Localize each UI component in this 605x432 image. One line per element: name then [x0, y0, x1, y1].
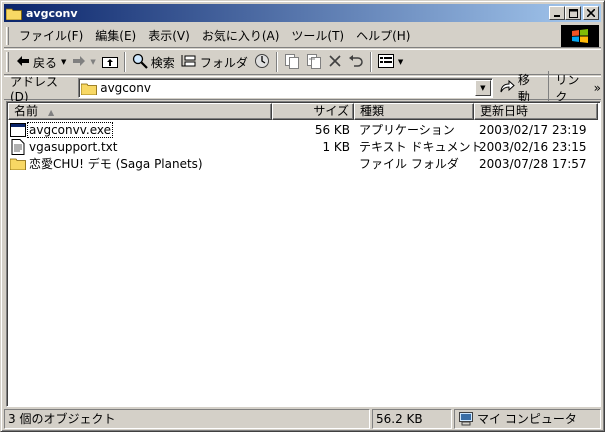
- menu-bar: ファイル(F) 編集(E) 表示(V) お気に入り(A) ツール(T) ヘルプ(…: [4, 24, 601, 48]
- back-arrow-icon: [16, 55, 30, 70]
- file-modified: 2003/02/17 23:19: [479, 122, 587, 137]
- undo-button[interactable]: [345, 51, 367, 73]
- toolbar-separator: [369, 52, 372, 72]
- column-header-size[interactable]: サイズ: [272, 103, 354, 120]
- window-title: avgconv: [26, 6, 78, 20]
- address-label: アドレス(D): [10, 74, 59, 104]
- explorer-window: avgconv ファイル(F) 編集(E) 表示(V) お気に入り(A) ツール…: [0, 0, 605, 432]
- menu-help[interactable]: ヘルプ(H): [350, 27, 416, 45]
- search-icon: [132, 53, 148, 72]
- history-button[interactable]: [251, 51, 273, 73]
- forward-button[interactable]: ▼: [69, 51, 98, 73]
- views-button[interactable]: ▼: [375, 51, 406, 73]
- file-type: テキスト ドキュメント: [359, 140, 483, 154]
- status-object-count: 3 個のオブジェクト: [4, 409, 370, 429]
- toolbar-separator: [123, 52, 126, 72]
- up-folder-icon: [101, 54, 118, 71]
- file-modified: 2003/07/28 17:57: [479, 156, 587, 171]
- views-icon: [377, 53, 394, 71]
- file-name: vgasupport.txt: [29, 139, 118, 154]
- chevron-right-icon[interactable]: »: [594, 81, 601, 95]
- move-to-button[interactable]: [281, 51, 303, 73]
- delete-button[interactable]: [325, 51, 345, 73]
- folder-icon: [6, 6, 22, 20]
- windows-logo-icon: [561, 25, 599, 47]
- address-input[interactable]: avgconv ▼: [78, 78, 493, 98]
- file-name: avgconvv.exe: [27, 121, 113, 138]
- menu-edit[interactable]: 編集(E): [89, 27, 142, 45]
- menu-view[interactable]: 表示(V): [142, 27, 196, 45]
- file-row[interactable]: 恋愛CHU! デモ (Saga Planets) ファイル フォルダ 2003/…: [8, 155, 594, 172]
- title-bar[interactable]: avgconv: [4, 4, 601, 22]
- chevron-down-icon[interactable]: ▼: [398, 58, 403, 66]
- chevron-down-icon[interactable]: ▼: [90, 58, 95, 66]
- close-button[interactable]: [583, 6, 599, 20]
- search-label: 検索: [150, 55, 175, 70]
- undo-icon: [348, 54, 364, 71]
- go-button[interactable]: 移動: [499, 71, 540, 105]
- menu-grip[interactable]: [6, 26, 9, 45]
- history-icon: [254, 53, 270, 72]
- my-computer-icon: [458, 412, 474, 426]
- address-dropdown-button[interactable]: ▼: [474, 80, 491, 96]
- toolbar-separator: [275, 52, 278, 72]
- links-toolbar[interactable]: リンク »: [548, 71, 601, 105]
- text-document-icon: [10, 138, 26, 155]
- search-button[interactable]: 検索: [129, 51, 178, 73]
- column-header-type[interactable]: 種類: [354, 103, 474, 120]
- back-label: 戻る: [33, 55, 58, 70]
- file-row[interactable]: avgconvv.exe 56 KB アプリケーション 2003/02/17 2…: [8, 121, 594, 138]
- address-bar: アドレス(D) avgconv ▼ 移動 リンク »: [4, 71, 601, 105]
- file-size: 1 KB: [322, 139, 350, 154]
- file-modified: 2003/02/16 23:15: [479, 139, 587, 154]
- folders-icon: [181, 54, 197, 71]
- delete-icon: [328, 54, 342, 71]
- status-zone: マイ コンピュータ: [454, 409, 601, 429]
- toolbar-grip[interactable]: [6, 52, 9, 72]
- go-arrow-icon: [499, 79, 515, 97]
- folder-icon: [10, 156, 26, 172]
- file-type: ファイル フォルダ: [359, 157, 459, 171]
- copy-to-button[interactable]: [303, 51, 325, 73]
- move-to-icon: [284, 53, 300, 72]
- status-zone-label: マイ コンピュータ: [477, 412, 577, 426]
- chevron-down-icon[interactable]: ▼: [61, 58, 66, 66]
- column-header-name[interactable]: 名前 ▲: [8, 103, 272, 120]
- menu-tools[interactable]: ツール(T): [285, 27, 350, 45]
- sort-ascending-icon: ▲: [48, 108, 55, 117]
- file-size: 56 KB: [314, 122, 350, 137]
- file-type: アプリケーション: [359, 123, 455, 137]
- maximize-button[interactable]: [565, 6, 581, 20]
- address-value: avgconv: [100, 81, 151, 95]
- column-header: 名前 ▲ サイズ 種類 更新日時: [8, 103, 598, 120]
- column-header-modified[interactable]: 更新日時: [474, 103, 598, 120]
- folders-button[interactable]: フォルダ: [178, 51, 251, 73]
- links-label: リンク: [555, 73, 580, 104]
- file-list-view[interactable]: 名前 ▲ サイズ 種類 更新日時 avgconvv.exe 56 KB アプリケー…: [6, 101, 601, 407]
- go-label: 移動: [517, 73, 530, 104]
- menu-favorites[interactable]: お気に入り(A): [196, 27, 286, 45]
- file-row[interactable]: vgasupport.txt 1 KB テキスト ドキュメント 2003/02/…: [8, 138, 594, 155]
- minimize-button[interactable]: [549, 6, 565, 20]
- application-icon: [10, 122, 26, 138]
- folders-label: フォルダ: [199, 55, 248, 70]
- file-name: 恋愛CHU! デモ (Saga Planets): [29, 157, 203, 171]
- status-total-size: 56.2 KB: [372, 409, 452, 429]
- back-button[interactable]: 戻る ▼: [13, 51, 69, 73]
- forward-arrow-icon: [72, 55, 86, 70]
- folder-icon: [81, 82, 98, 95]
- menu-file[interactable]: ファイル(F): [13, 27, 89, 45]
- copy-to-icon: [306, 53, 322, 72]
- file-rows: avgconvv.exe 56 KB アプリケーション 2003/02/17 2…: [8, 121, 594, 172]
- up-folder-button[interactable]: [99, 51, 121, 73]
- status-bar: 3 個のオブジェクト 56.2 KB マイ コンピュータ: [4, 409, 601, 429]
